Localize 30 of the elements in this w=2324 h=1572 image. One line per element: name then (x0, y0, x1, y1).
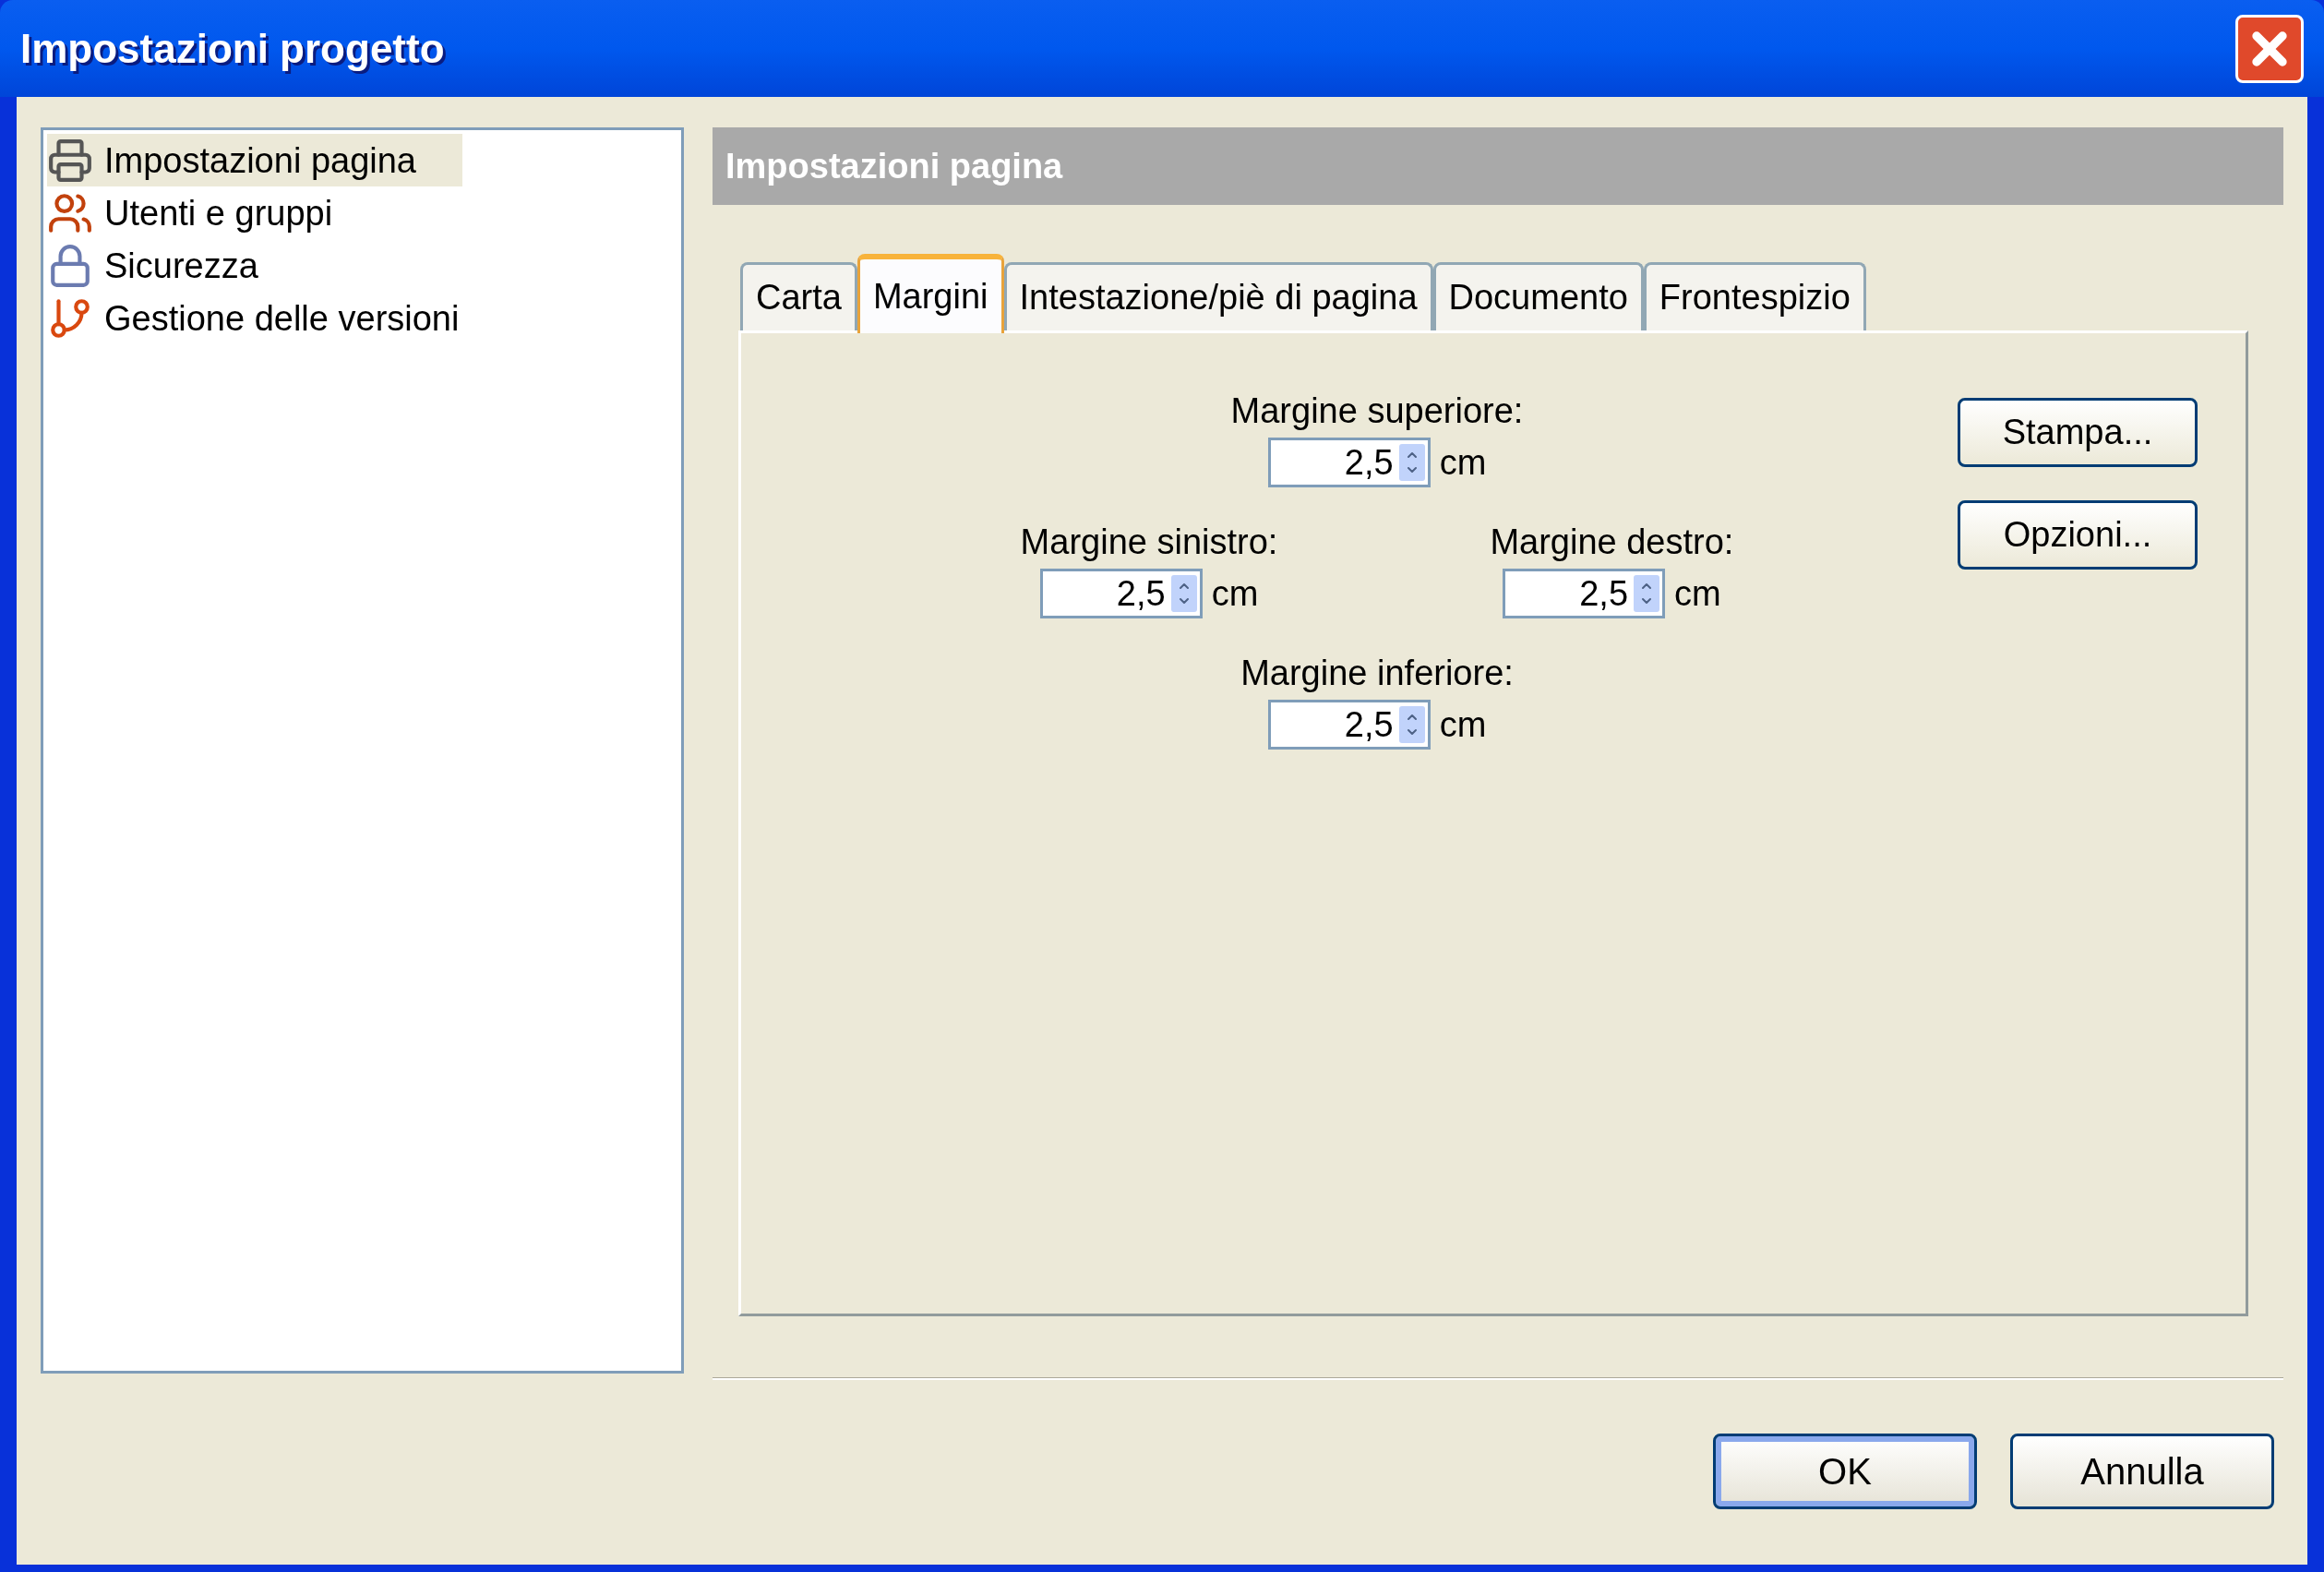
tab[interactable]: Intestazione/piè di pagina (1003, 262, 1433, 330)
spinner-icon[interactable] (1634, 575, 1660, 612)
spinner-icon[interactable] (1170, 575, 1197, 612)
tab[interactable]: Margini (857, 254, 1004, 333)
number-field[interactable]: 2,5 (1267, 438, 1431, 487)
spinner-icon[interactable] (1398, 706, 1425, 743)
tab[interactable]: Carta (740, 262, 857, 330)
section-title: Impostazioni pagina (725, 145, 1063, 187)
dialog-button[interactable]: Stampa... (1958, 398, 2198, 467)
field-label: Margine inferiore: (1240, 655, 1514, 690)
dialog-button[interactable]: Opzioni... (1958, 500, 2198, 570)
tab[interactable]: Frontespizio (1643, 262, 1866, 330)
printer-icon (47, 137, 93, 184)
unit-label: cm (1439, 707, 1487, 742)
field-label: Margine sinistro: (1020, 524, 1278, 559)
unit-label: cm (1439, 445, 1487, 480)
field-label: Margine destro: (1490, 524, 1734, 559)
unit-label: cm (1211, 576, 1259, 611)
number-field[interactable]: 2,5 (1267, 700, 1431, 750)
sidebar-item[interactable]: Impostazioni pagina (47, 134, 462, 186)
spinner-icon[interactable] (1398, 444, 1425, 481)
number-field[interactable]: 2,5 (1039, 569, 1203, 618)
window-title: Impostazioni progetto (20, 24, 445, 73)
tab[interactable]: Documento (1432, 262, 1644, 330)
field-label: Margine superiore: (1230, 393, 1524, 428)
close-button[interactable] (2235, 14, 2304, 83)
cancel-button[interactable]: Annulla (2010, 1434, 2274, 1509)
number-field[interactable]: 2,5 (1503, 569, 1666, 618)
ok-button[interactable]: OK (1713, 1434, 1977, 1509)
unit-label: cm (1674, 576, 1721, 611)
